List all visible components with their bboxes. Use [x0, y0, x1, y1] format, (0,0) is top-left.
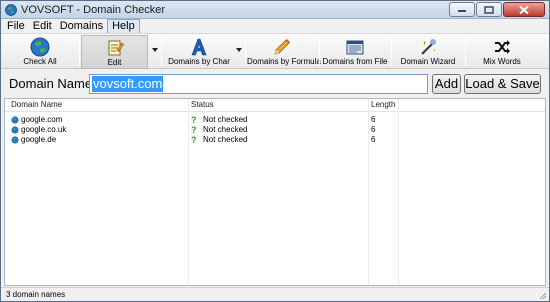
- toolbar-separator: [465, 38, 466, 66]
- edit-dropdown-arrow-icon[interactable]: [152, 48, 158, 52]
- domain-input-row: Domain Name: vovsoft.com Add Load & Save: [1, 71, 549, 97]
- app-window: VOVSOFT - Domain Checker File Edit Domai…: [0, 0, 550, 302]
- status-cell: Not checked: [203, 125, 248, 134]
- domain-cell: google.co.uk: [21, 125, 67, 134]
- question-mark-icon: ?: [191, 115, 197, 125]
- minimize-icon: [458, 9, 466, 12]
- domains-from-file-label: Domains from File: [322, 57, 388, 66]
- pencil-icon: [274, 39, 290, 55]
- minimize-button[interactable]: [449, 2, 475, 17]
- globe-icon: [5, 4, 17, 16]
- menu-help[interactable]: Help: [107, 18, 140, 34]
- menu-bar: File Edit Domains Help: [1, 18, 549, 34]
- domain-wizard-label: Domain Wizard: [400, 57, 456, 66]
- edit-label: Edit: [107, 58, 122, 67]
- check-all-label: Check All: [23, 57, 57, 66]
- shuffle-icon: [495, 40, 510, 54]
- domain-list[interactable]: Domain Name Status Length google.com ? N…: [4, 98, 546, 286]
- domain-name-label: Domain Name:: [9, 76, 96, 91]
- load-save-button[interactable]: Load & Save: [464, 74, 541, 94]
- menu-edit[interactable]: Edit: [29, 20, 56, 33]
- status-text: 3 domain names: [6, 290, 66, 299]
- domains-by-formula-label: Domains by Formula: [247, 57, 321, 66]
- domains-from-file-button[interactable]: Domains from File: [321, 35, 389, 69]
- mix-words-label: Mix Words: [483, 57, 521, 66]
- table-row[interactable]: google.com ? Not checked 6: [5, 115, 545, 125]
- length-cell: 6: [371, 115, 376, 124]
- toolbar-separator: [319, 38, 320, 66]
- edit-button[interactable]: Edit: [81, 35, 148, 69]
- length-cell: 6: [371, 125, 376, 134]
- length-cell: 6: [371, 135, 376, 144]
- question-mark-icon: ?: [191, 125, 197, 135]
- globe-icon: [11, 126, 19, 134]
- domain-name-input[interactable]: vovsoft.com: [89, 74, 428, 94]
- domains-by-char-button[interactable]: Domains by Char: [164, 35, 234, 69]
- close-icon: [519, 5, 529, 14]
- file-icon: [346, 40, 364, 55]
- question-mark-icon: ?: [191, 135, 197, 145]
- window-title: VOVSOFT - Domain Checker: [21, 4, 166, 16]
- resize-grip-icon[interactable]: [537, 290, 547, 300]
- add-button[interactable]: Add: [432, 74, 461, 94]
- title-bar[interactable]: VOVSOFT - Domain Checker: [1, 1, 549, 19]
- domain-cell: google.com: [21, 115, 63, 124]
- check-all-button[interactable]: Check All: [5, 35, 75, 69]
- edit-icon: [108, 40, 124, 56]
- column-header-status[interactable]: Status: [191, 100, 214, 109]
- maximize-icon: [484, 5, 494, 14]
- column-header-length[interactable]: Length: [371, 100, 395, 109]
- globe-icon: [30, 37, 50, 57]
- wand-icon: [421, 39, 436, 55]
- letter-a-icon: [191, 38, 207, 56]
- column-header-domain[interactable]: Domain Name: [11, 100, 62, 109]
- maximize-button[interactable]: [476, 2, 502, 17]
- domain-cell: google.de: [21, 135, 57, 144]
- domains-by-formula-button[interactable]: Domains by Formula: [247, 35, 321, 69]
- globe-icon: [11, 136, 19, 144]
- domains-by-char-dropdown-arrow-icon[interactable]: [236, 48, 242, 52]
- domain-wizard-button[interactable]: Domain Wizard: [393, 35, 463, 69]
- status-cell: Not checked: [203, 135, 248, 144]
- toolbar-separator: [245, 38, 246, 66]
- menu-domains[interactable]: Domains: [56, 20, 107, 33]
- table-row[interactable]: google.co.uk ? Not checked 6: [5, 125, 545, 135]
- mix-words-button[interactable]: Mix Words: [467, 35, 537, 69]
- close-button[interactable]: [503, 2, 545, 17]
- toolbar-separator: [391, 38, 392, 66]
- status-bar: 3 domain names: [1, 287, 549, 301]
- toolbar-separator: [79, 38, 80, 66]
- toolbar-separator: [161, 38, 162, 66]
- status-cell: Not checked: [203, 115, 248, 124]
- domains-by-char-label: Domains by Char: [168, 57, 230, 66]
- list-header: Domain Name Status Length: [5, 99, 545, 112]
- menu-file[interactable]: File: [3, 20, 29, 33]
- domain-name-value: vovsoft.com: [92, 76, 164, 92]
- toolbar: Check All Edit Domains by Char Domains b…: [1, 33, 549, 69]
- table-row[interactable]: google.de ? Not checked 6: [5, 135, 545, 145]
- globe-icon: [11, 116, 19, 124]
